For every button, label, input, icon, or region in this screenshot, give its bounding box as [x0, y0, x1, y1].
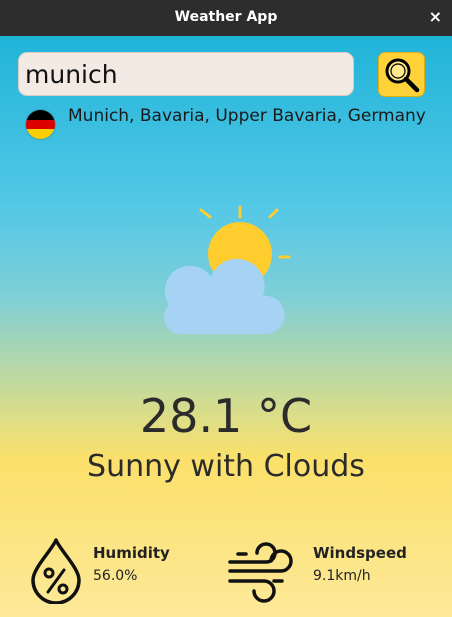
app-window: Weather App × Munich, Bavaria, Upper Bav… — [0, 0, 452, 617]
humidity-label: Humidity — [93, 544, 170, 562]
sun-behind-cloud-icon — [163, 205, 291, 334]
flag-stripe-red — [26, 119, 55, 130]
flag-stripe-gold — [26, 129, 55, 139]
close-button[interactable]: × — [429, 8, 442, 26]
search-input[interactable] — [18, 52, 354, 96]
humidity-value: 56.0% — [93, 568, 138, 584]
temperature-value: 28.1 °C — [139, 389, 313, 443]
window-title: Weather App — [174, 9, 278, 25]
wind-icon — [228, 542, 293, 603]
weather-panel: Munich, Bavaria, Upper Bavaria, Germany … — [0, 36, 452, 617]
flag-stripe-black — [26, 110, 55, 120]
windspeed-label: Windspeed — [313, 544, 407, 562]
location-name: Munich, Bavaria, Upper Bavaria, Germany — [68, 106, 426, 126]
magnifier-icon — [385, 58, 419, 93]
search-button[interactable] — [378, 52, 425, 97]
title-bar[interactable]: Weather App × — [0, 0, 452, 36]
weather-condition: Sunny with Clouds — [87, 449, 365, 484]
windspeed-value: 9.1km/h — [313, 568, 371, 584]
humidity-drop-icon — [31, 538, 81, 604]
germany-flag-icon — [25, 109, 56, 140]
